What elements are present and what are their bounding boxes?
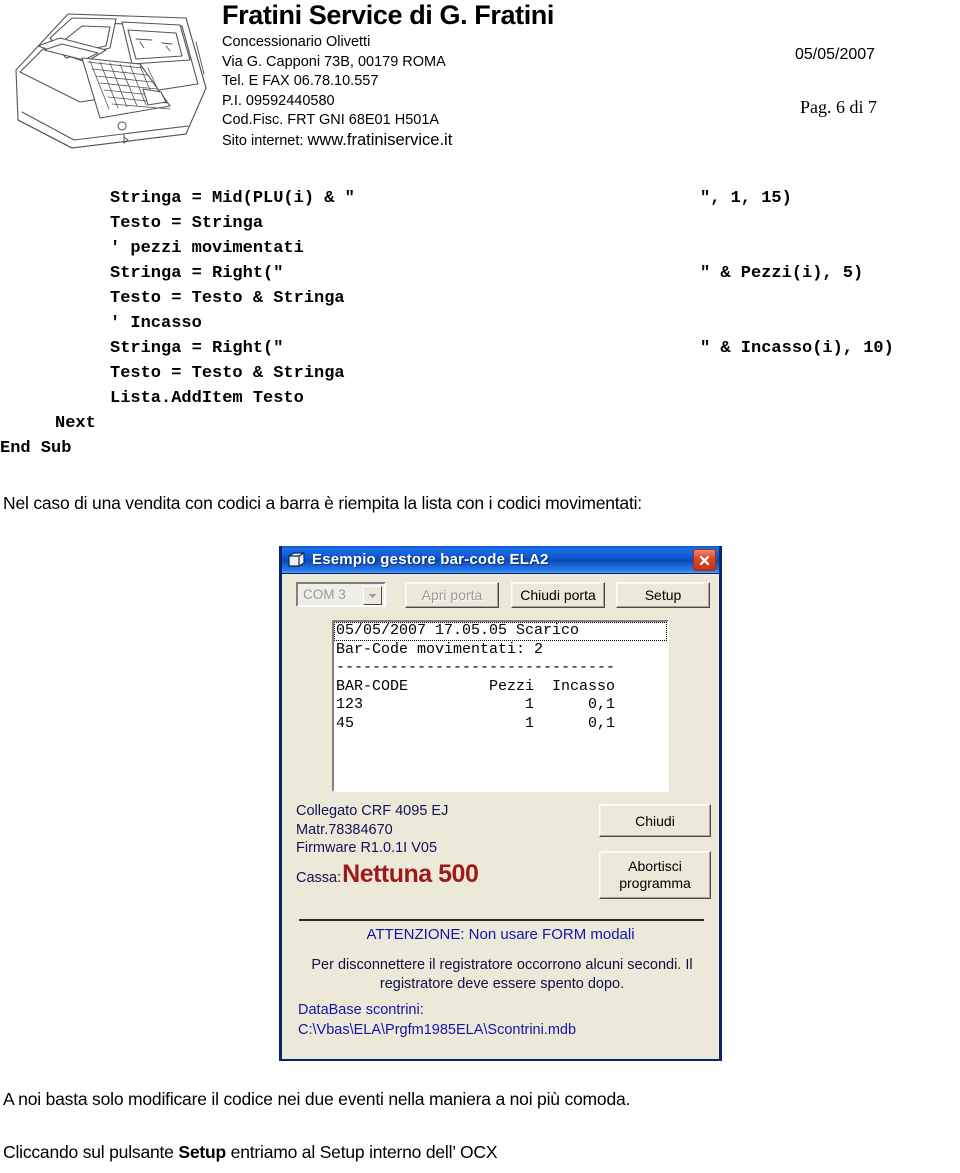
cash-register-illustration <box>10 2 210 162</box>
code-line: Testo = Stringa <box>0 211 960 236</box>
code-line-right: ", 1, 15) <box>700 189 792 208</box>
code-line-left: End Sub <box>0 439 72 458</box>
company-line-3: P.I. 09592440580 <box>222 92 335 109</box>
code-line: Next <box>0 411 960 436</box>
code-line: End Sub <box>0 436 960 461</box>
code-line-right: " & Pezzi(i), 5) <box>700 264 864 283</box>
code-line: Stringa = Mid(PLU(i) & " ", 1, 15) <box>0 186 960 211</box>
status-cassa: Cassa: Nettuna 500 <box>296 860 586 889</box>
code-line-left: ' pezzi movimentati <box>110 239 304 258</box>
closing-2-bold: Setup <box>178 1142 226 1162</box>
apri-porta-button[interactable]: Apri porta <box>405 582 499 608</box>
code-line-left: Testo = Testo & Stringa <box>110 364 345 383</box>
closing-2-after: entriamo al Setup interno dell’ OCX <box>226 1142 498 1162</box>
code-line: Lista.AddItem Testo <box>0 386 960 411</box>
site-label: Sito internet: <box>222 132 308 149</box>
code-line-left: Stringa = Right(" <box>110 264 284 283</box>
com-port-value: COM 3 <box>303 587 346 602</box>
code-line: Stringa = Right(" " & Incasso(i), 10) <box>0 336 960 361</box>
abortisci-line-2: programma <box>619 875 691 891</box>
company-website-line: Sito internet: www.fratiniservice.it <box>222 131 742 152</box>
site-url: www.fratiniservice.it <box>307 130 453 149</box>
code-line: Testo = Testo & Stringa <box>0 361 960 386</box>
chiudi-button[interactable]: Chiudi <box>599 804 711 837</box>
movements-list-box[interactable]: 05/05/2007 17.05.05 Scarico Bar-Code mov… <box>332 620 669 792</box>
code-line: Stringa = Right(" " & Pezzi(i), 5) <box>0 261 960 286</box>
list-item[interactable]: Bar-Code movimentati: 2 <box>334 641 667 660</box>
paragraph-closing-1: A noi basta solo modificare il codice ne… <box>3 1089 631 1109</box>
code-line-left: Testo = Stringa <box>110 214 264 233</box>
source-code-block: Stringa = Mid(PLU(i) & " ", 1, 15) Testo … <box>0 186 960 461</box>
company-info: Fratini Service di G. Fratini Concession… <box>222 0 742 151</box>
company-name: Fratini Service di G. Fratini <box>222 0 554 30</box>
application-window-icon <box>288 551 306 568</box>
cassa-model-value: Nettuna 500 <box>342 859 479 888</box>
horizontal-separator <box>299 919 704 921</box>
status-connected: Collegato CRF 4095 EJ <box>296 803 449 819</box>
window-title-text: Esempio gestore bar-code ELA2 <box>312 551 549 568</box>
list-item[interactable]: BAR-CODE Pezzi Incasso <box>334 678 667 697</box>
page-number: Pag. 6 di 7 <box>800 97 878 117</box>
code-line-left: Next <box>55 414 96 433</box>
company-line-4: Cod.Fisc. FRT GNI 68E01 H501A <box>222 112 440 128</box>
company-line-1: Via G. Capponi 73B, 00179 ROMA <box>222 53 446 70</box>
closing-2-before: Cliccando sul pulsante <box>3 1142 179 1162</box>
app-window-screenshot: Esempio gestore bar-code ELA2 COM 3 Apri… <box>279 546 722 1061</box>
device-status-info: Collegato CRF 4095 EJ Matr.78384670 Firm… <box>296 802 586 889</box>
disconnect-note: Per disconnettere il registratore occorr… <box>311 957 693 992</box>
abortisci-line-1: Abortisci <box>628 858 682 874</box>
list-item[interactable]: 05/05/2007 17.05.05 Scarico <box>334 622 667 641</box>
window-toolbar: COM 3 Apri porta Chiudi porta Setup <box>282 582 719 612</box>
code-line-left: Stringa = Mid(PLU(i) & " <box>110 189 355 208</box>
database-label: DataBase scontrini: <box>298 1002 424 1018</box>
database-path: C:\Vbas\ELA\Prgfm1985ELA\Scontrini.mdb <box>298 1022 577 1038</box>
paragraph-closing-2: Cliccando sul pulsante Setup entriamo al… <box>3 1140 498 1164</box>
window-client-area: COM 3 Apri porta Chiudi porta Setup 05/0… <box>282 574 719 1059</box>
code-line-right: " & Incasso(i), 10) <box>700 339 894 358</box>
cassa-label: Cassa: <box>296 869 342 886</box>
code-line: ' Incasso <box>0 311 960 336</box>
abortisci-programma-button[interactable]: Abortisci programma <box>599 851 711 899</box>
code-line-left: Testo = Testo & Stringa <box>110 289 345 308</box>
document-date: 05/05/2007 <box>795 46 876 63</box>
paragraph-intro: Nel caso di una vendita con codici a bar… <box>3 493 642 513</box>
code-line-left: Lista.AddItem Testo <box>110 389 304 408</box>
window-title-bar[interactable]: Esempio gestore bar-code ELA2 <box>282 546 719 574</box>
code-line: Testo = Testo & Stringa <box>0 286 960 311</box>
code-line-left: ' Incasso <box>110 314 202 333</box>
letterhead: Fratini Service di G. Fratini Concession… <box>0 0 960 172</box>
com-port-select[interactable]: COM 3 <box>296 582 386 607</box>
status-serial-number: Matr.78384670 <box>296 821 393 838</box>
list-item[interactable]: 123 1 0,1 <box>334 696 667 715</box>
company-line-2: Tel. E FAX 06.78.10.557 <box>222 73 379 89</box>
list-item[interactable]: 45 1 0,1 <box>334 715 667 734</box>
code-line: ' pezzi movimentati <box>0 236 960 261</box>
close-icon[interactable] <box>693 549 716 571</box>
chiudi-porta-button[interactable]: Chiudi porta <box>511 582 605 608</box>
status-firmware: Firmware R1.0.1I V05 <box>296 840 438 856</box>
code-line-left: Stringa = Right(" <box>110 339 284 358</box>
chevron-down-icon[interactable] <box>363 586 382 605</box>
list-item[interactable]: ------------------------------- <box>334 659 667 678</box>
setup-button[interactable]: Setup <box>616 582 710 608</box>
company-line-0: Concessionario Olivetti <box>222 34 371 50</box>
warning-no-modal-forms: ATTENZIONE: Non usare FORM modali <box>366 926 635 943</box>
